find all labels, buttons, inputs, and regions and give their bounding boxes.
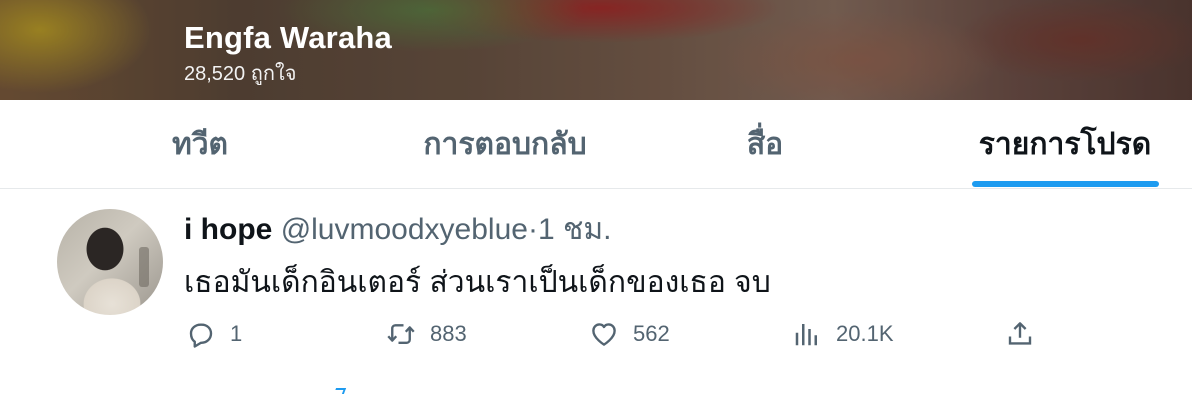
- reply-button[interactable]: 1: [186, 316, 242, 352]
- profile-name: Engfa Waraha: [184, 20, 392, 55]
- likes-label: ถูกใจ: [250, 63, 297, 85]
- tweet-text: เธอมันเด็กอินเตอร์ ส่วนเราเป็นเด็กของเธอ…: [184, 266, 771, 299]
- share-button[interactable]: [1005, 316, 1035, 352]
- like-button[interactable]: 562: [589, 316, 670, 352]
- next-item-edge-mark: [333, 388, 347, 394]
- tab-likes[interactable]: รายการโปรด: [955, 100, 1175, 188]
- tweet-timestamp[interactable]: 1 ชม.: [538, 213, 612, 246]
- tab-replies[interactable]: การตอบกลับ: [380, 100, 630, 188]
- like-count: 562: [633, 321, 670, 346]
- views-count: 20.1K: [836, 321, 894, 346]
- profile-tabs: ทวีต การตอบกลับ สื่อ รายการโปรด: [0, 100, 1192, 189]
- avatar[interactable]: [57, 209, 163, 315]
- retweet-icon: [387, 324, 415, 344]
- retweet-count: 883: [430, 321, 467, 346]
- author-name[interactable]: i hope: [184, 213, 272, 246]
- tab-tweets[interactable]: ทวีต: [100, 100, 300, 188]
- views-chart-icon: [795, 324, 817, 346]
- tab-media[interactable]: สื่อ: [680, 100, 850, 188]
- share-icon: [1008, 322, 1032, 345]
- views-button[interactable]: 20.1K: [792, 316, 894, 352]
- author-handle[interactable]: @luvmoodxyeblue: [281, 213, 528, 246]
- separator-dot: ·: [527, 213, 538, 246]
- retweet-button[interactable]: 883: [386, 316, 467, 352]
- likes-count: 28,520: [184, 63, 246, 85]
- active-tab-indicator: [972, 181, 1159, 187]
- likes-count-label: 28,520 ถูกใจ: [184, 57, 296, 89]
- profile-header-banner: Engfa Waraha 28,520 ถูกใจ: [0, 0, 1192, 100]
- reply-count: 1: [230, 321, 243, 346]
- reply-icon: [189, 323, 213, 348]
- tweet-header: i hope @luvmoodxyeblue·1 ชม.: [184, 206, 611, 253]
- heart-icon: [592, 323, 616, 346]
